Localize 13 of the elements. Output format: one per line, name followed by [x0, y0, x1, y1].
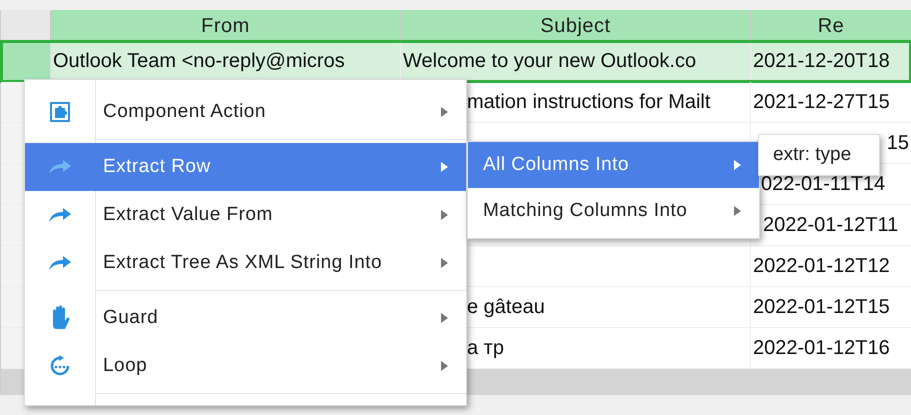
table-cell-text: 2021-12-20T18 [753, 49, 890, 74]
table-cell-text: e gâteau [467, 295, 545, 320]
table-cell-text: 2022-01-12T15 [753, 295, 890, 320]
table-cell-text: 2022-01-12T12 [753, 254, 890, 280]
table-cell-text: 15 [886, 131, 909, 156]
table-cell-text: Welcome to your new Outlook.co [403, 49, 696, 74]
table-cell-text: 2022-01-12T16 [753, 336, 890, 362]
table-cell-text: 2022-01-12T11 [763, 213, 898, 238]
table-cell-text: Outlook Team <no-reply@micros [53, 49, 345, 74]
table-cell-text: mation instructions for Mailt [467, 90, 710, 116]
table-cell-text: 2021-12-27T15 [753, 90, 890, 116]
table-cell-text: 022-01-11T14 [761, 172, 886, 198]
table-cell-text: a тр [467, 336, 504, 362]
